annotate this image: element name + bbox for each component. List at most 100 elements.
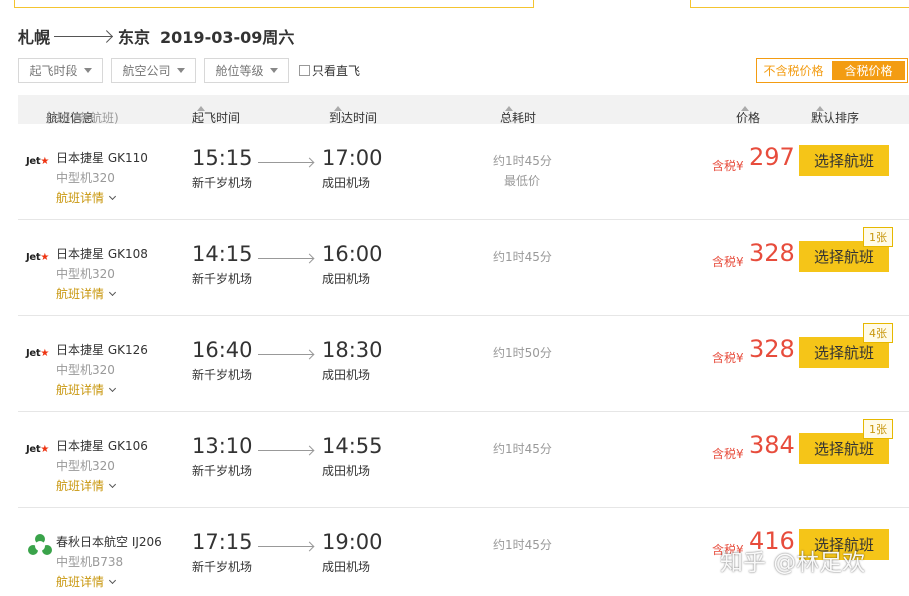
aircraft-type: 中型机320 xyxy=(56,363,115,377)
caret-down-icon xyxy=(269,68,278,73)
tax-included-label: 含税¥ xyxy=(712,255,744,269)
tax-included-label: 含税¥ xyxy=(712,159,744,173)
sort-depart[interactable]: 起飞时间 xyxy=(192,102,240,125)
tax-price-toggle: 不含税价格 含税价格 xyxy=(756,58,908,83)
filter-label: 舱位等级 xyxy=(215,64,264,78)
airline-flight-number: 日本捷星 GK110 xyxy=(56,151,148,165)
jetstar-logo-icon: Jet★ xyxy=(26,444,50,455)
arrival-airport: 成田机场 xyxy=(322,560,371,574)
filter-airline[interactable]: 航空公司 xyxy=(111,58,196,83)
aircraft-type: 中型机320 xyxy=(56,459,115,473)
table-header: 航班信息 (共87条航班) 起飞时间 到达时间 总耗时 价格 默认排序 xyxy=(18,95,909,125)
airline-flight-number: 春秋日本航空 IJ206 xyxy=(56,535,162,549)
direct-only-label: 只看直飞 xyxy=(312,64,361,78)
select-flight-button[interactable]: 选择航班 xyxy=(799,145,889,176)
flight-row: Jet★ 日本捷星 GK126 中型机320 航班详情 16:40 新千岁机场 … xyxy=(18,316,909,412)
departure-time: 16:40 xyxy=(192,338,253,362)
flight-row: Jet★ 日本捷星 GK110 中型机320 航班详情 15:15 新千岁机场 … xyxy=(18,124,909,220)
flight-row: Jet★ 日本捷星 GK108 中型机320 航班详情 14:15 新千岁机场 … xyxy=(18,220,909,316)
departure-airport: 新千岁机场 xyxy=(192,368,253,382)
checkbox-icon[interactable] xyxy=(299,65,310,76)
sort-price[interactable]: 价格 xyxy=(736,102,760,125)
route-heading: 札幌 东京 2019-03-09周六 xyxy=(18,26,294,47)
flight-duration: 约1时45分 xyxy=(493,442,552,456)
departure-airport: 新千岁机场 xyxy=(192,272,253,286)
top-frame-right xyxy=(690,0,909,8)
arrival-time: 19:00 xyxy=(322,530,383,554)
jetstar-logo-icon: Jet★ xyxy=(26,252,50,263)
include-tax-option[interactable]: 含税价格 xyxy=(832,61,905,80)
airline-flight-number: 日本捷星 GK108 xyxy=(56,247,148,261)
flight-row: Jet★ 日本捷星 GK106 中型机320 航班详情 13:10 新千岁机场 … xyxy=(18,412,909,508)
direct-only-checkbox[interactable]: 只看直飞 xyxy=(299,62,360,79)
seats-left-badge: 1张 xyxy=(863,227,893,247)
flight-arrow-icon xyxy=(258,254,314,264)
flight-duration: 约1时45分 xyxy=(493,250,552,264)
flight-duration: 约1时45分 xyxy=(493,538,552,552)
flight-price: 297 xyxy=(749,143,795,171)
flight-details-link[interactable]: 航班详情 xyxy=(56,477,117,494)
filter-label: 航空公司 xyxy=(122,64,171,78)
chevron-down-icon xyxy=(108,384,117,393)
departure-airport: 新千岁机场 xyxy=(192,464,253,478)
flight-details-link[interactable]: 航班详情 xyxy=(56,573,117,590)
seats-left-badge: 1张 xyxy=(863,419,893,439)
departure-time: 14:15 xyxy=(192,242,253,266)
sort-arrive[interactable]: 到达时间 xyxy=(329,102,377,125)
exclude-tax-option[interactable]: 不含税价格 xyxy=(757,59,830,82)
airline-flight-number: 日本捷星 GK126 xyxy=(56,343,148,357)
route-arrow-icon xyxy=(54,30,114,42)
flight-duration: 约1时45分 xyxy=(493,154,552,168)
filter-cabin-class[interactable]: 舱位等级 xyxy=(204,58,289,83)
flight-details-link[interactable]: 航班详情 xyxy=(56,381,117,398)
arrival-time: 17:00 xyxy=(322,146,383,170)
origin-city: 札幌 xyxy=(18,28,51,47)
arrival-time: 18:30 xyxy=(322,338,383,362)
flight-details-link[interactable]: 航班详情 xyxy=(56,285,117,302)
filter-bar: 起飞时段 航空公司 舱位等级 只看直飞 xyxy=(18,58,360,83)
chevron-down-icon xyxy=(108,192,117,201)
jetstar-logo-icon: Jet★ xyxy=(26,156,50,167)
filter-departure-time[interactable]: 起飞时段 xyxy=(18,58,103,83)
sort-duration[interactable]: 总耗时 xyxy=(500,102,536,125)
flight-price: 328 xyxy=(749,335,795,363)
flight-arrow-icon xyxy=(258,446,314,456)
departure-airport: 新千岁机场 xyxy=(192,560,253,574)
flight-price: 384 xyxy=(749,431,795,459)
arrival-time: 16:00 xyxy=(322,242,383,266)
caret-down-icon xyxy=(83,68,92,73)
aircraft-type: 中型机B738 xyxy=(56,555,124,569)
caret-down-icon xyxy=(176,68,185,73)
chevron-down-icon xyxy=(108,576,117,585)
flight-arrow-icon xyxy=(258,542,314,552)
jetstar-logo-icon: Jet★ xyxy=(26,348,50,359)
watermark: 知乎 @林足欢 xyxy=(720,550,866,576)
departure-time: 15:15 xyxy=(192,146,253,170)
chevron-down-icon xyxy=(108,288,117,297)
destination-city: 东京 xyxy=(118,28,151,47)
tax-included-label: 含税¥ xyxy=(712,351,744,365)
arrival-airport: 成田机场 xyxy=(322,176,371,190)
flight-arrow-icon xyxy=(258,158,314,168)
arrival-time: 14:55 xyxy=(322,434,383,458)
sort-default[interactable]: 默认排序 xyxy=(811,102,859,125)
arrival-airport: 成田机场 xyxy=(322,464,371,478)
top-frame-left xyxy=(14,0,534,8)
arrival-airport: 成田机场 xyxy=(322,368,371,382)
departure-time: 13:10 xyxy=(192,434,253,458)
airline-flight-number: 日本捷星 GK106 xyxy=(56,439,148,453)
filter-label: 起飞时段 xyxy=(29,64,78,78)
lowest-price-note: 最低价 xyxy=(504,174,541,188)
flight-price: 328 xyxy=(749,239,795,267)
arrival-airport: 成田机场 xyxy=(322,272,371,286)
flight-duration: 约1时50分 xyxy=(493,346,552,360)
spring-airlines-logo-icon xyxy=(28,534,52,558)
aircraft-type: 中型机320 xyxy=(56,267,115,281)
departure-airport: 新千岁机场 xyxy=(192,176,253,190)
aircraft-type: 中型机320 xyxy=(56,171,115,185)
chevron-down-icon xyxy=(108,480,117,489)
seats-left-badge: 4张 xyxy=(863,323,893,343)
departure-time: 17:15 xyxy=(192,530,253,554)
flight-details-link[interactable]: 航班详情 xyxy=(56,189,117,206)
flight-arrow-icon xyxy=(258,350,314,360)
